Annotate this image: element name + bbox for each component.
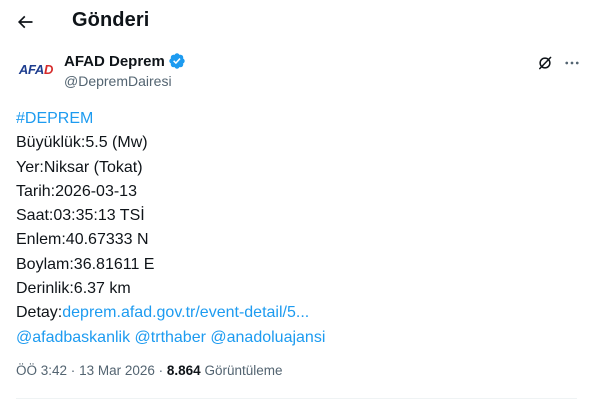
tweet-line: Enlem:40.67333 N bbox=[16, 231, 149, 249]
mention-link[interactable]: @anadoluajansi bbox=[210, 329, 325, 346]
back-button[interactable] bbox=[10, 7, 40, 37]
views-label: Görüntüleme bbox=[204, 363, 283, 378]
display-name[interactable]: AFAD Deprem bbox=[64, 53, 165, 70]
name-row: AFAD Deprem bbox=[64, 52, 186, 70]
tweet-line: Yer:Niksar (Tokat) bbox=[16, 158, 143, 176]
tweet-date[interactable]: 13 Mar 2026 bbox=[79, 363, 155, 378]
tweet-line: Saat:03:35:13 TSİ bbox=[16, 207, 145, 225]
tweet-time[interactable]: ÖÖ 3:42 bbox=[16, 363, 67, 378]
detail-link[interactable]: deprem.afad.gov.tr/event-detail/5... bbox=[62, 304, 309, 321]
detail-label: Detay: bbox=[16, 304, 63, 322]
mentions-line: @afadbaskanlik @trthaber @anadoluajansi bbox=[16, 326, 576, 350]
user-handle[interactable]: @DepremDairesi bbox=[64, 73, 172, 89]
tweet-line: Tarih:2026-03-13 bbox=[16, 182, 137, 200]
afad-logo: AFAD bbox=[18, 61, 54, 77]
more-options-button[interactable] bbox=[561, 52, 583, 74]
hashtag-link[interactable]: #DEPREM bbox=[16, 110, 93, 127]
grok-button[interactable] bbox=[534, 52, 556, 74]
avatar[interactable]: AFAD bbox=[16, 49, 56, 89]
tweet-author: AFAD AFAD Deprem @DepremDairesi bbox=[16, 49, 586, 93]
mention-link[interactable]: @trthaber bbox=[135, 329, 206, 346]
tweet-text: #DEPREM Büyüklük:5.5 (Mw) Yer:Niksar (To… bbox=[16, 107, 576, 350]
page-title: Gönderi bbox=[72, 9, 150, 31]
tweet-line: Boylam:36.81611 E bbox=[16, 255, 155, 273]
tweet-meta: ÖÖ 3:42 · 13 Mar 2026 · 8.864 Görüntülem… bbox=[16, 363, 283, 378]
top-bar: Gönderi bbox=[0, 0, 593, 44]
tweet-line: Derinlik:6.37 km bbox=[16, 280, 131, 298]
divider bbox=[16, 398, 577, 399]
views-count: 8.864 bbox=[166, 363, 201, 378]
mention-link[interactable]: @afadbaskanlik bbox=[16, 329, 130, 346]
verified-badge-icon[interactable] bbox=[168, 52, 186, 70]
tweet-line: Büyüklük:5.5 (Mw) bbox=[16, 134, 148, 152]
grok-icon bbox=[539, 56, 552, 70]
meta-separator: · bbox=[70, 363, 76, 378]
arrow-left-icon bbox=[17, 15, 33, 29]
more-horizontal-icon bbox=[565, 61, 579, 65]
meta-separator: · bbox=[158, 363, 164, 378]
detail-line: Detay:deprem.afad.gov.tr/event-detail/5.… bbox=[16, 301, 576, 325]
